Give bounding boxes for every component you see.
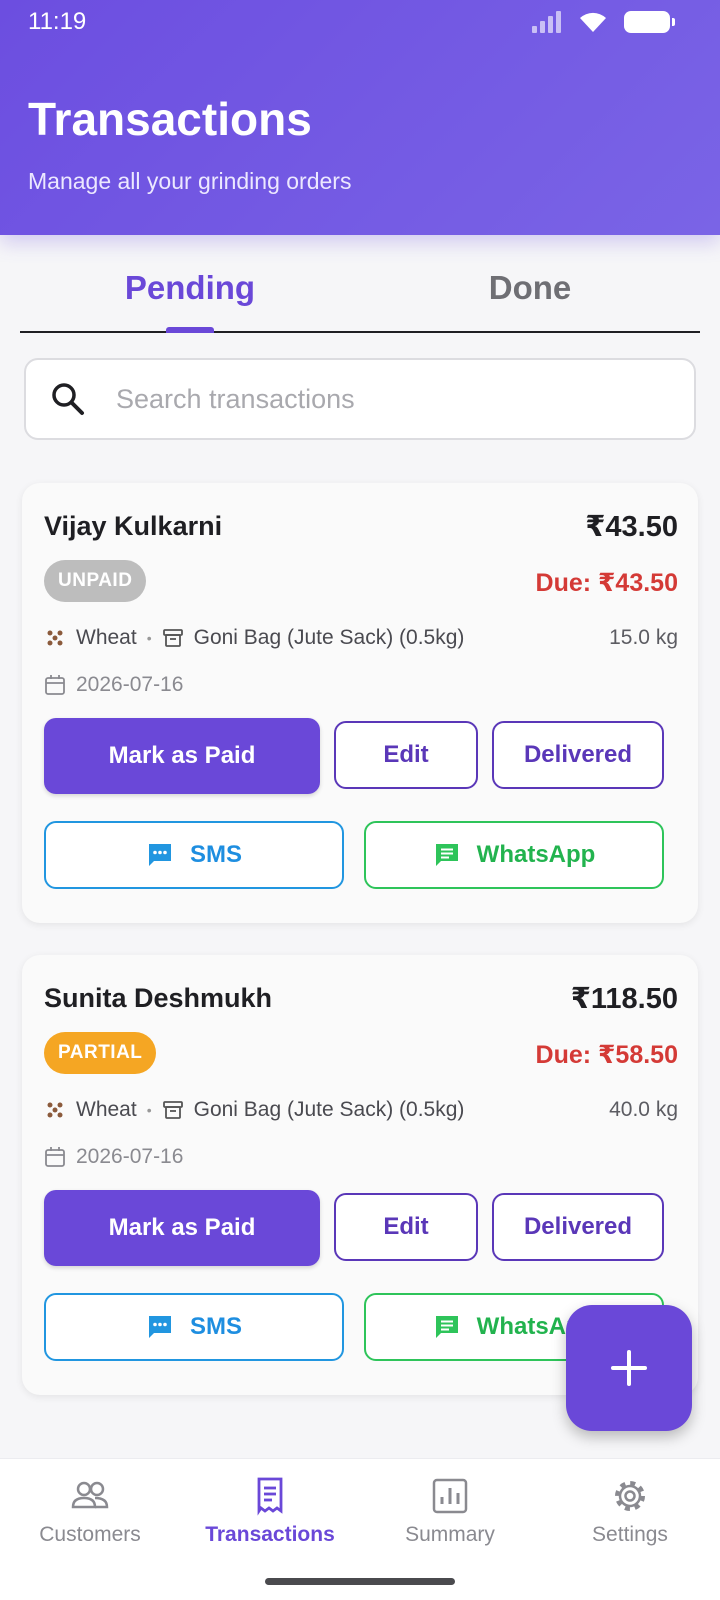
screen: 11:19 Transactions Manage all your grind… — [0, 0, 720, 1600]
customer-name: Vijay Kulkarni — [44, 511, 223, 541]
due-amount: Due: ₹43.50 — [535, 569, 678, 597]
nav-item-settings[interactable]: Settings — [540, 1475, 720, 1547]
nav-label: Summary — [405, 1523, 495, 1546]
tab-done[interactable]: Done — [360, 255, 700, 331]
delivered-button[interactable]: Delivered — [492, 721, 664, 789]
status-icons — [532, 10, 675, 34]
chat-icon — [435, 1316, 458, 1338]
edit-button[interactable]: Edit — [334, 721, 478, 789]
grain-type: Wheat — [76, 1098, 137, 1121]
due-amount: Due: ₹58.50 — [535, 1041, 678, 1069]
status-bar: 11:19 — [0, 0, 720, 44]
people-icon — [71, 1481, 109, 1509]
bag-type: Goni Bag (Jute Sack) (0.5kg) — [193, 626, 465, 649]
order-date: 2026-07-16 — [76, 1145, 184, 1168]
nav-label: Customers — [39, 1523, 141, 1546]
page-title: Transactions — [28, 93, 312, 145]
order-date: 2026-07-16 — [76, 673, 184, 696]
chat-icon — [435, 844, 458, 866]
sms-button[interactable]: SMS — [44, 1293, 344, 1361]
nav-item-customers[interactable]: Customers — [0, 1475, 180, 1547]
edit-button[interactable]: Edit — [334, 1193, 478, 1261]
search-box — [24, 358, 696, 440]
total-amount: ₹43.50 — [585, 511, 678, 543]
tab-bar: Pending Done — [20, 255, 700, 333]
status-badge: PARTIAL — [44, 1032, 157, 1074]
search-input[interactable] — [116, 383, 636, 415]
grain-type: Wheat — [76, 626, 137, 649]
order-details: Wheat • Goni Bag (Jute Sack) (0.5kg) 15.… — [44, 621, 678, 655]
status-time: 11:19 — [28, 8, 87, 35]
receipt-icon — [257, 1477, 283, 1516]
nav-label: Settings — [592, 1523, 668, 1546]
nav-item-transactions[interactable]: Transactions — [180, 1475, 360, 1547]
nav-item-summary[interactable]: Summary — [360, 1475, 540, 1547]
separator: • — [146, 630, 152, 646]
tab-pending[interactable]: Pending — [20, 255, 360, 331]
bag-type: Goni Bag (Jute Sack) (0.5kg) — [193, 1098, 465, 1121]
bag-icon — [162, 629, 183, 647]
date-row: 2026-07-16 — [44, 668, 183, 702]
delivered-button[interactable]: Delivered — [492, 1193, 664, 1261]
sms-icon — [148, 844, 171, 866]
sms-label: SMS — [189, 1313, 242, 1340]
mark-paid-button[interactable]: Mark as Paid — [44, 1190, 320, 1266]
whatsapp-button[interactable]: WhatsApp — [364, 821, 664, 889]
order-details: Wheat • Goni Bag (Jute Sack) (0.5kg) 40.… — [44, 1093, 678, 1127]
grain-icon — [47, 1102, 63, 1118]
plus-icon — [611, 1350, 647, 1386]
weight: 15.0 kg — [609, 626, 678, 649]
add-transaction-button[interactable] — [566, 1305, 692, 1431]
grain-icon — [47, 630, 63, 646]
total-amount: ₹118.50 — [570, 983, 678, 1015]
wifi-icon — [580, 12, 606, 32]
signal-icon — [532, 11, 561, 33]
home-indicator[interactable] — [265, 1578, 455, 1585]
gear-icon — [615, 1481, 645, 1511]
search-icon — [52, 383, 84, 415]
status-badge: UNPAID — [44, 560, 147, 602]
calendar-icon — [45, 1147, 65, 1167]
sms-button[interactable]: SMS — [44, 821, 344, 889]
calendar-icon — [45, 675, 65, 695]
customer-name: Sunita Deshmukh — [44, 983, 273, 1013]
separator: • — [146, 1102, 152, 1118]
nav-label: Transactions — [205, 1523, 335, 1546]
bar-chart-icon — [432, 1478, 468, 1514]
bag-icon — [162, 1101, 183, 1119]
sms-icon — [148, 1316, 171, 1338]
transaction-card[interactable]: Vijay Kulkarni ₹43.50 UNPAID Due: ₹43.50… — [22, 483, 698, 923]
app-header: 11:19 Transactions Manage all your grind… — [0, 0, 720, 235]
page-subtitle: Manage all your grinding orders — [28, 168, 352, 194]
whatsapp-label: WhatsApp — [476, 841, 596, 868]
battery-icon — [624, 11, 675, 33]
weight: 40.0 kg — [609, 1098, 678, 1121]
sms-label: SMS — [189, 841, 242, 868]
date-row: 2026-07-16 — [44, 1140, 183, 1174]
mark-paid-button[interactable]: Mark as Paid — [44, 718, 320, 794]
